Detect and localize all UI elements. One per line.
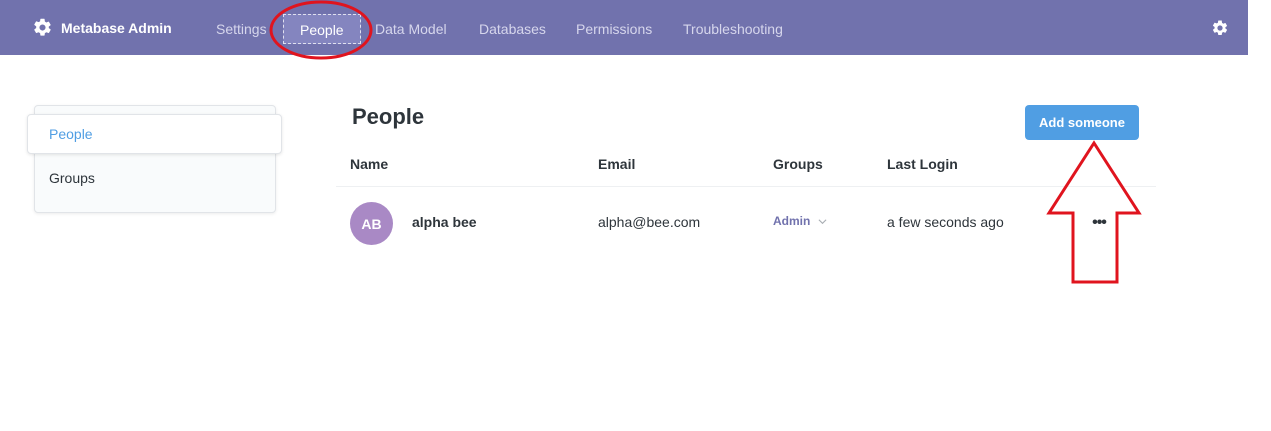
- column-header-email: Email: [598, 156, 636, 172]
- group-label: Admin: [773, 214, 811, 228]
- nav-troubleshooting[interactable]: Troubleshooting: [683, 14, 783, 44]
- nav-databases[interactable]: Databases: [479, 14, 546, 44]
- gear-icon: [34, 18, 51, 36]
- table-divider: [336, 186, 1156, 187]
- nav-settings[interactable]: Settings: [216, 14, 267, 44]
- brand[interactable]: Metabase Admin: [32, 0, 172, 55]
- user-email: alpha@bee.com: [598, 214, 701, 230]
- column-header-name: Name: [350, 156, 389, 172]
- nav-data-model[interactable]: Data Model: [375, 14, 447, 44]
- column-header-groups: Groups: [773, 156, 823, 172]
- user-name: alpha bee: [412, 214, 477, 230]
- sidebar-item-people[interactable]: People: [27, 114, 282, 154]
- chevron-down-icon: [818, 218, 827, 224]
- last-login: a few seconds ago: [887, 214, 1004, 230]
- brand-label: Metabase Admin: [61, 19, 172, 36]
- gear-icon[interactable]: [1211, 19, 1229, 37]
- nav-permissions[interactable]: Permissions: [576, 14, 652, 44]
- add-someone-button[interactable]: Add someone: [1025, 105, 1139, 140]
- annotation-ellipse: [269, 0, 373, 60]
- sidebar-item-groups[interactable]: Groups: [49, 170, 95, 186]
- avatar: AB: [350, 202, 393, 245]
- admin-header: Metabase Admin Settings People Data Mode…: [0, 0, 1248, 55]
- column-header-last-login: Last Login: [887, 156, 958, 172]
- group-dropdown[interactable]: Admin: [773, 214, 827, 228]
- annotation-arrow: [1046, 140, 1142, 284]
- page-title: People: [352, 104, 425, 129]
